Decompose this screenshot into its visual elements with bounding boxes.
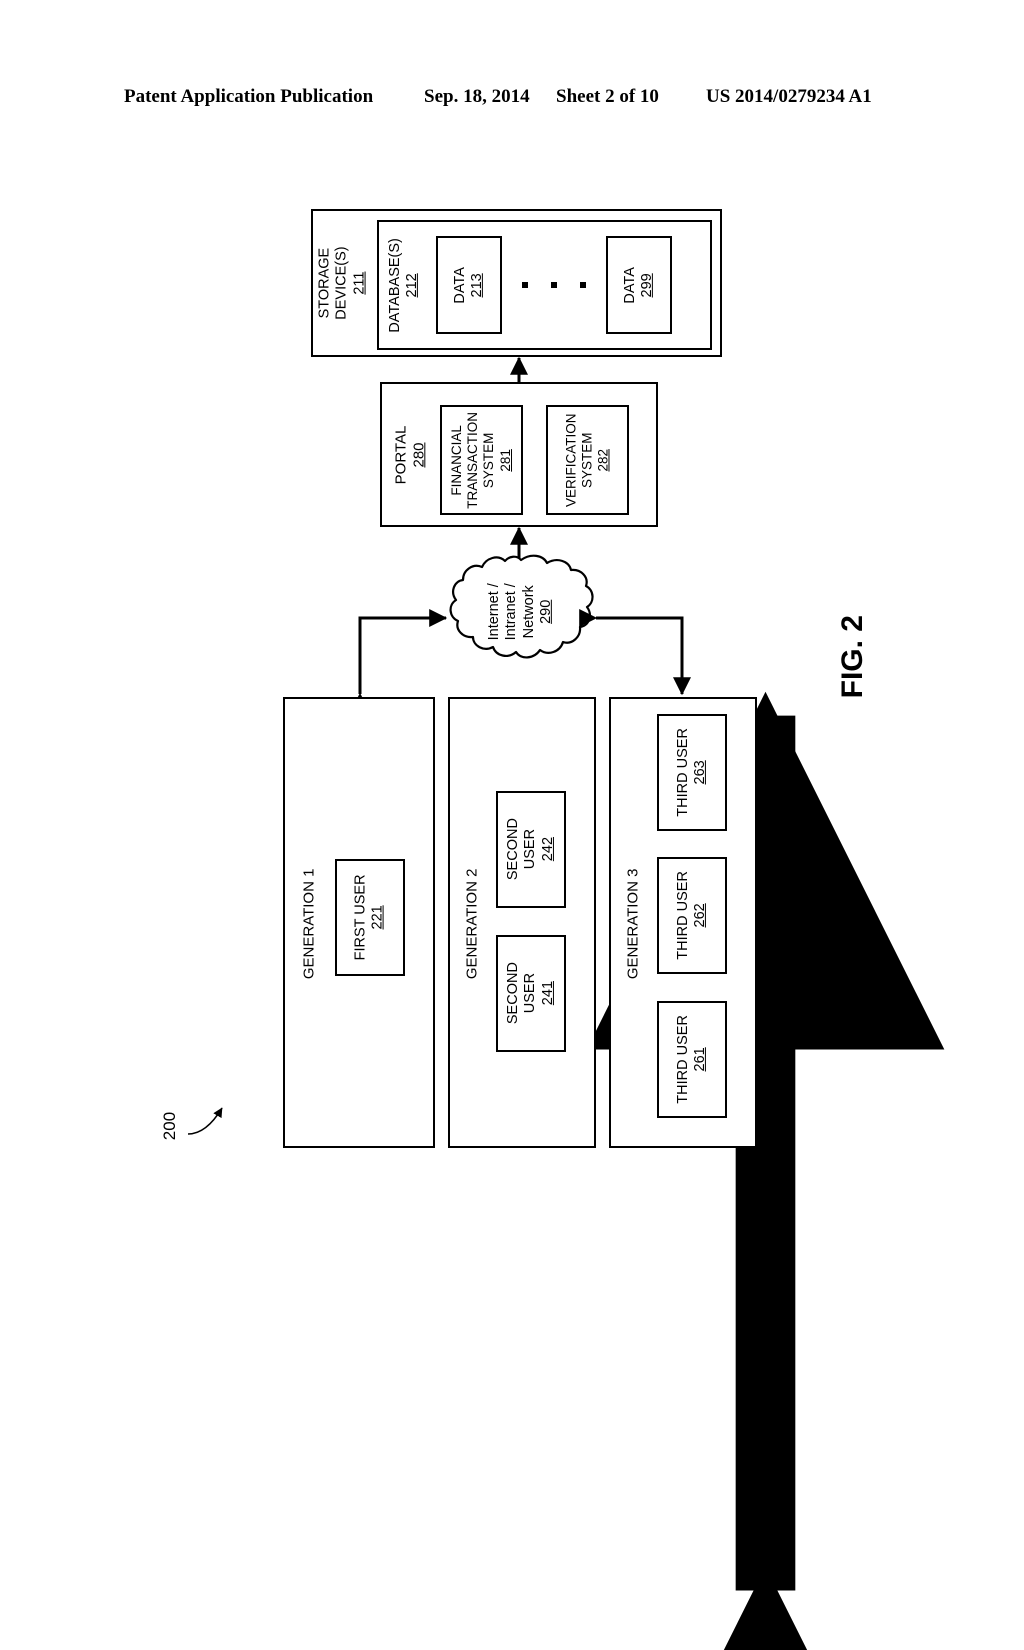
financial-transaction-system-label: FINANCIAL TRANSACTION SYSTEM 281 xyxy=(442,407,521,513)
second-user-242-box: SECOND USER 242 xyxy=(496,791,566,908)
storage-ref: 211 xyxy=(351,271,368,295)
portal-box: PORTAL 280 FINANCIAL TRANSACTION SYSTEM … xyxy=(380,382,658,527)
network-line3: Network xyxy=(520,585,537,639)
fts-ref: 281 xyxy=(497,448,513,472)
network-line1: Internet / xyxy=(486,583,503,641)
vs-ref: 282 xyxy=(595,448,611,472)
ellipsis-dot xyxy=(550,282,557,288)
verification-system-box: VERIFICATION SYSTEM 282 xyxy=(546,405,629,515)
second-user-241-box: SECOND USER 241 xyxy=(496,935,566,1052)
publication-header: Patent Application Publication Sep. 18, … xyxy=(0,86,1024,112)
arrow-network-generation1 xyxy=(351,609,448,711)
data-213-ref: 213 xyxy=(469,272,485,298)
network-ref: 290 xyxy=(538,599,555,625)
third-user-262-box: THIRD USER 262 xyxy=(657,857,727,974)
second-user-241-line2: USER xyxy=(522,973,539,1014)
first-user-221-ref: 221 xyxy=(370,905,387,930)
data-box-213: DATA 213 xyxy=(436,236,502,334)
databases-title: DATABASE(S) xyxy=(386,237,403,333)
data-213-title: DATA xyxy=(451,266,468,304)
generation-2-title: GENERATION 2 xyxy=(463,868,481,980)
second-user-242-ref: 242 xyxy=(539,837,556,862)
first-user-221-title: FIRST USER xyxy=(352,874,369,961)
third-user-262-label: THIRD USER 262 xyxy=(659,859,725,972)
sheet-number: Sheet 2 of 10 xyxy=(556,86,659,107)
third-user-261-title: THIRD USER xyxy=(674,1015,691,1104)
ellipsis-dot xyxy=(580,282,587,288)
third-user-261-label: THIRD USER 261 xyxy=(659,1003,725,1116)
vs-line2: SYSTEM xyxy=(579,432,595,488)
data-ellipsis xyxy=(510,274,598,296)
financial-transaction-system-box: FINANCIAL TRANSACTION SYSTEM 281 xyxy=(440,405,523,515)
ellipsis-dot xyxy=(521,282,528,288)
generation-1-label: GENERATION 1 xyxy=(291,854,327,994)
storage-devices-label: STORAGE DEVICE(S) 211 xyxy=(315,211,371,355)
data-box-299: DATA 299 xyxy=(606,236,672,334)
portal-label: PORTAL 280 xyxy=(384,384,436,525)
third-user-262-ref: 262 xyxy=(692,903,708,928)
databases-label: DATABASE(S) 212 xyxy=(379,222,429,348)
third-user-262-title: THIRD USER xyxy=(674,871,691,960)
databases-box: DATABASE(S) 212 DATA 213 DATA 299 xyxy=(377,220,712,350)
publication-date: Sep. 18, 2014 xyxy=(424,86,530,107)
first-user-221-label: FIRST USER 221 xyxy=(337,861,403,974)
second-user-242-label: SECOND USER 242 xyxy=(498,793,564,906)
third-user-263-title: THIRD USER xyxy=(674,728,691,817)
second-user-241-ref: 241 xyxy=(539,981,556,1006)
generation-1-box: GENERATION 1 FIRST USER 221 xyxy=(283,697,435,1148)
generation-1-title: GENERATION 1 xyxy=(300,868,318,980)
first-user-221-box: FIRST USER 221 xyxy=(335,859,405,976)
arrow-storage-portal xyxy=(510,356,528,399)
system-reference-leader-line xyxy=(187,1107,223,1135)
network-cloud-label: Internet / Intranet / Network 290 xyxy=(468,566,574,658)
vs-line1: VERIFICATION xyxy=(563,413,579,507)
data-299-title: DATA xyxy=(621,266,638,304)
fts-line1: FINANCIAL xyxy=(449,424,465,496)
fts-line2: TRANSACTION xyxy=(465,411,481,509)
generation-2-box: GENERATION 2 SECOND USER 242 SECOND USER… xyxy=(448,697,596,1148)
figure-label: FIG. 2 xyxy=(808,592,898,722)
third-user-263-box: THIRD USER 263 xyxy=(657,714,727,831)
patent-number: US 2014/0279234 A1 xyxy=(706,86,872,107)
verification-system-label: VERIFICATION SYSTEM 282 xyxy=(548,407,627,513)
generation-3-box: GENERATION 3 THIRD USER 263 THIRD USER 2… xyxy=(609,697,757,1148)
figure-label-text: FIG. 2 xyxy=(836,615,870,699)
network-line2: Intranet / xyxy=(503,583,520,641)
generation-2-label: GENERATION 2 xyxy=(454,854,490,994)
second-user-242-line1: SECOND xyxy=(504,818,521,881)
system-reference-text: 200 xyxy=(159,1111,179,1141)
fts-line3: SYSTEM xyxy=(481,432,497,488)
third-user-261-box: THIRD USER 261 xyxy=(657,1001,727,1118)
second-user-242-line2: USER xyxy=(522,829,539,870)
data-299-ref: 299 xyxy=(639,272,655,298)
third-user-261-ref: 261 xyxy=(692,1047,708,1072)
portal-title: PORTAL xyxy=(392,425,410,484)
storage-title-line2: DEVICE(S) xyxy=(334,246,351,320)
third-user-263-ref: 263 xyxy=(692,760,708,785)
portal-ref: 280 xyxy=(410,441,428,468)
generation-3-title: GENERATION 3 xyxy=(624,868,642,980)
arrow-network-generation3 xyxy=(579,609,691,696)
second-user-241-label: SECOND USER 241 xyxy=(498,937,564,1050)
second-user-241-line1: SECOND xyxy=(504,962,521,1025)
publication-title: Patent Application Publication xyxy=(124,86,374,107)
storage-devices-box: STORAGE DEVICE(S) 211 DATABASE(S) 212 DA… xyxy=(311,209,722,357)
third-user-263-label: THIRD USER 263 xyxy=(659,716,725,829)
data-299-label: DATA 299 xyxy=(608,238,670,332)
databases-ref: 212 xyxy=(404,272,421,298)
generation-3-label: GENERATION 3 xyxy=(615,854,651,994)
data-213-label: DATA 213 xyxy=(438,238,500,332)
storage-title-line1: STORAGE xyxy=(316,247,333,319)
